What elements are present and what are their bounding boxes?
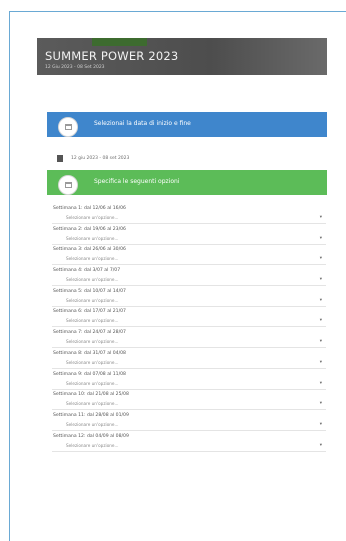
chevron-down-icon: ▾ xyxy=(319,277,322,283)
event-title: SUMMER POWER 2023 xyxy=(45,49,179,63)
week-option-row: Settimana 1: dal 12/06 al 16/06 Seleziona… xyxy=(52,206,326,227)
calendar-icon xyxy=(58,175,78,195)
calendar-small-icon xyxy=(57,154,63,162)
week-option-row: Settimana 9: dal 07/08 al 11/08 Seleziona… xyxy=(52,372,326,393)
chevron-down-icon: ▾ xyxy=(319,215,322,220)
select-placeholder: Selezionare un'opzione... xyxy=(66,421,119,427)
week-option-row: Settimana 11: dal 28/08 al 01/09 Selezion… xyxy=(52,413,326,434)
week-label: Settimana 6: dal 17/07 al 21/07 xyxy=(53,309,126,315)
event-dates: 12 Giu 2023 - 08 Set 2023 xyxy=(45,65,105,70)
select-placeholder: Selezionare un'opzione... xyxy=(66,380,119,386)
chevron-down-icon: ▾ xyxy=(319,235,322,241)
week-option-row: Settimana 3: dal 26/06 al 30/06 Seleziona… xyxy=(52,247,326,268)
select-placeholder: Selezionare un'opzione... xyxy=(66,215,119,220)
chevron-down-icon: ▾ xyxy=(319,401,322,407)
date-range-value: 12 giu 2023 - 08 set 2023 xyxy=(71,155,130,161)
week-options-list: Settimana 1: dal 12/06 al 16/06 Seleziona… xyxy=(52,206,326,454)
select-placeholder: Selezionare un'opzione... xyxy=(66,318,119,324)
week-label: Settimana 12: dal 04/09 al 08/09 xyxy=(53,433,129,439)
select-placeholder: Selezionare un'opzione... xyxy=(66,442,119,448)
week-label: Settimana 1: dal 12/06 al 16/06 xyxy=(53,206,126,211)
chevron-down-icon: ▾ xyxy=(319,380,322,386)
week-option-select[interactable]: Selezionare un'opzione... ▾ xyxy=(52,235,326,245)
week-label: Settimana 5: dal 10/07 al 14/07 xyxy=(53,288,126,294)
chevron-down-icon: ▾ xyxy=(319,297,322,303)
week-option-select[interactable]: Selezionare un'opzione... ▾ xyxy=(52,338,326,349)
week-option-row: Settimana 6: dal 17/07 al 21/07 Seleziona… xyxy=(52,309,326,330)
select-placeholder: Selezionare un'opzione... xyxy=(66,297,119,303)
options-section-header: Specifica le seguenti opzioni xyxy=(47,170,327,195)
week-option-select[interactable]: Selezionare un'opzione... ▾ xyxy=(52,380,326,390)
chevron-down-icon: ▾ xyxy=(319,359,322,365)
week-option-row: Settimana 10: dal 21/08 al 25/08 Selezion… xyxy=(52,392,326,413)
week-option-select[interactable]: Selezionare un'opzione... ▾ xyxy=(52,421,326,431)
event-banner: SUMMER POWER 2023 12 Giu 2023 - 08 Set 2… xyxy=(37,38,327,75)
week-option-row: Settimana 2: dal 19/06 al 23/06 Seleziona… xyxy=(52,227,326,248)
date-range-picker[interactable]: 12 giu 2023 - 08 set 2023 xyxy=(52,151,162,165)
week-label: Settimana 10: dal 21/08 al 25/08 xyxy=(53,392,129,398)
select-placeholder: Selezionare un'opzione... xyxy=(66,235,119,241)
select-placeholder: Selezionare un'opzione... xyxy=(66,256,119,262)
week-label: Settimana 8: dal 31/07 al 04/08 xyxy=(53,350,126,356)
week-option-row: Settimana 8: dal 31/07 al 04/08 Seleziona… xyxy=(52,351,326,372)
select-placeholder: Selezionare un'opzione... xyxy=(66,401,119,407)
options-section-title: Specifica le seguenti opzioni xyxy=(94,178,180,185)
week-label: Settimana 9: dal 07/08 al 11/08 xyxy=(53,371,126,377)
week-option-select[interactable]: Selezionare un'opzione... ▾ xyxy=(52,255,326,266)
week-option-select[interactable]: Selezionare un'opzione... ▾ xyxy=(52,359,326,369)
week-option-row: Settimana 4: dal 3/07 al 7/07 Selezionare… xyxy=(52,268,326,289)
page: SUMMER POWER 2023 12 Giu 2023 - 08 Set 2… xyxy=(0,0,346,541)
week-option-select[interactable]: Selezionare un'opzione... ▾ xyxy=(52,276,326,287)
week-label: Settimana 4: dal 3/07 al 7/07 xyxy=(53,268,121,274)
week-label: Settimana 7: dal 24/07 al 28/07 xyxy=(53,330,126,336)
chevron-down-icon: ▾ xyxy=(319,421,322,427)
week-option-select[interactable]: Selezionare un'opzione... ▾ xyxy=(52,317,326,328)
week-label: Settimana 2: dal 19/06 al 23/06 xyxy=(53,226,126,232)
banner-accent xyxy=(92,38,147,46)
date-section-header: Selezionai la data di inizio e fine xyxy=(47,112,327,137)
week-option-row: Settimana 7: dal 24/07 al 28/07 Seleziona… xyxy=(52,330,326,351)
select-placeholder: Selezionare un'opzione... xyxy=(66,339,119,345)
week-label: Settimana 3: dal 26/06 al 30/06 xyxy=(53,247,126,253)
chevron-down-icon: ▾ xyxy=(319,442,322,448)
chevron-down-icon: ▾ xyxy=(319,318,322,324)
select-placeholder: Selezionare un'opzione... xyxy=(66,359,119,365)
week-option-row: Settimana 12: dal 04/09 al 08/09 Selezion… xyxy=(52,434,326,455)
chevron-down-icon: ▾ xyxy=(319,339,322,345)
week-option-select[interactable]: Selezionare un'opzione... ▾ xyxy=(52,400,326,411)
week-option-select[interactable]: Selezionare un'opzione... ▾ xyxy=(52,214,326,224)
select-placeholder: Selezionare un'opzione... xyxy=(66,277,119,283)
date-section-title: Selezionai la data di inizio e fine xyxy=(94,120,191,127)
chevron-down-icon: ▾ xyxy=(319,256,322,262)
calendar-icon xyxy=(58,117,78,137)
week-option-select[interactable]: Selezionare un'opzione... ▾ xyxy=(52,442,326,452)
week-option-row: Settimana 5: dal 10/07 al 14/07 Seleziona… xyxy=(52,289,326,310)
week-label: Settimana 11: dal 28/08 al 01/09 xyxy=(53,412,129,418)
week-option-select[interactable]: Selezionare un'opzione... ▾ xyxy=(52,297,326,307)
